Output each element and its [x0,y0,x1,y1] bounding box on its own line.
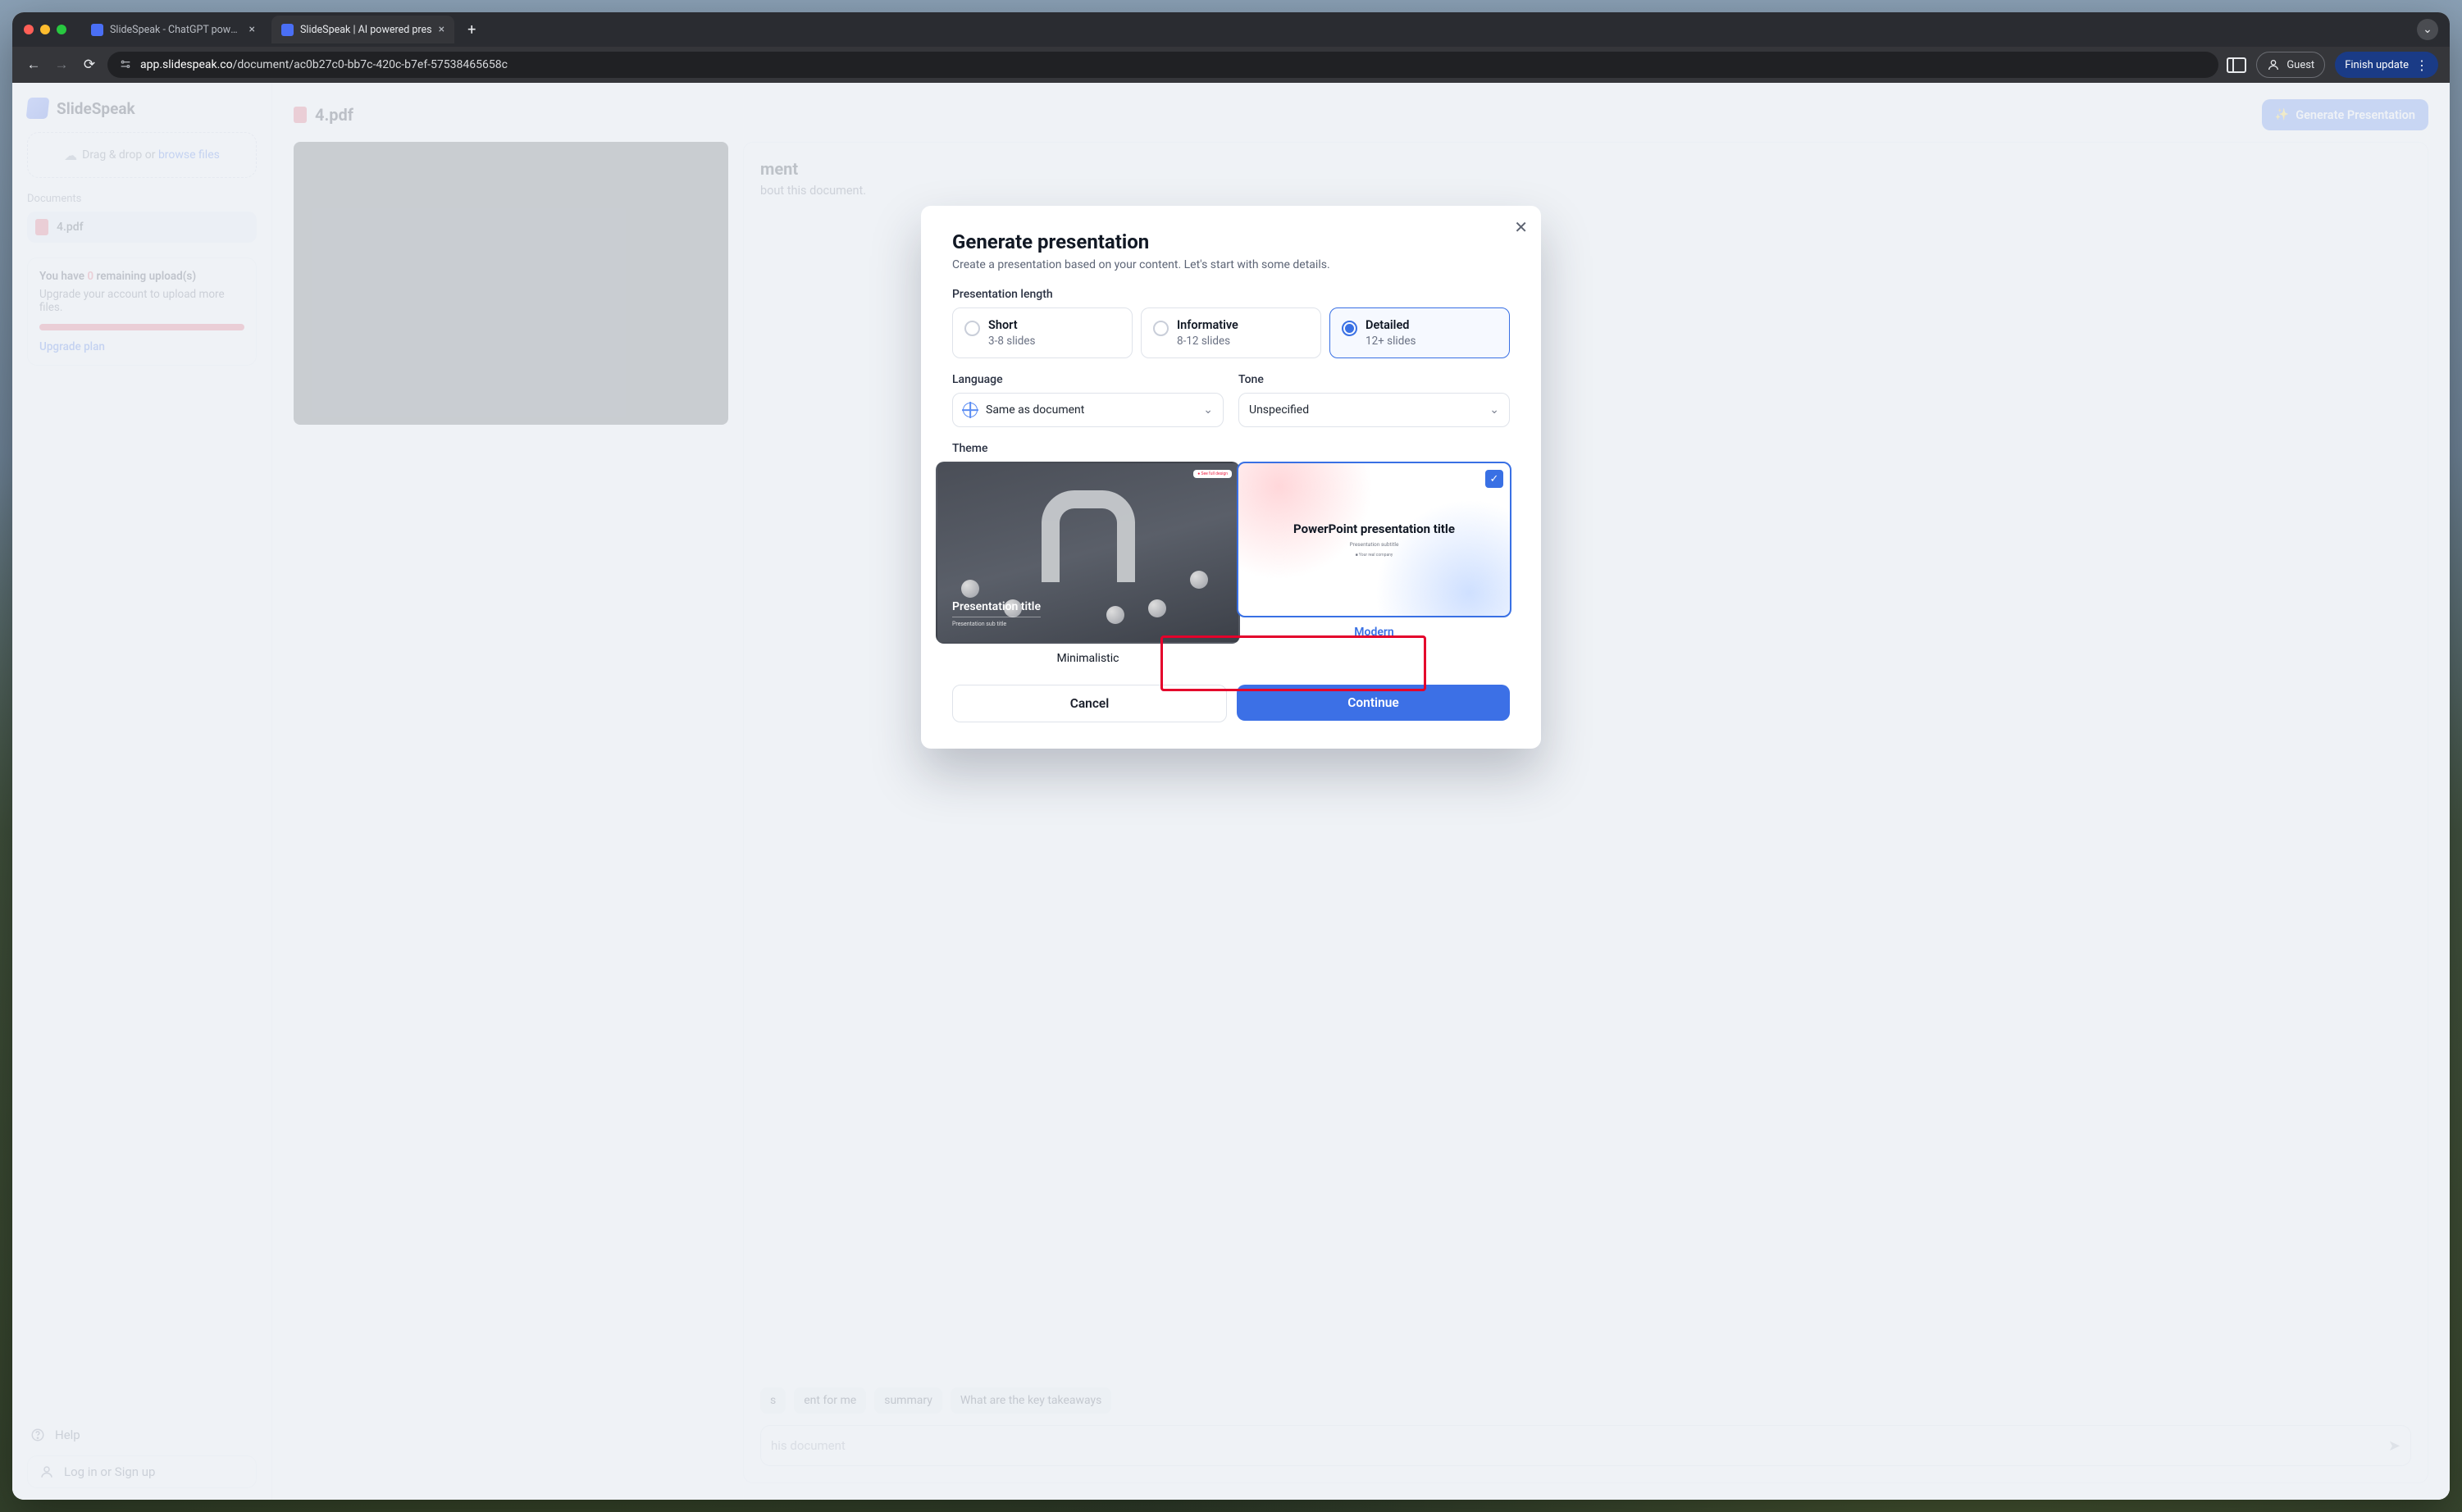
finish-update-label: Finish update [2345,59,2409,71]
theme-name: Minimalistic [1056,652,1119,665]
language-value: Same as document [986,403,1084,417]
length-title: Informative [1177,318,1238,332]
generate-presentation-modal: ✕ Generate presentation Create a present… [921,206,1541,749]
theme-preview-sub: Presentation sub title [952,621,1041,627]
theme-minimalistic[interactable]: ● See full design Presentation title Pre… [952,462,1224,665]
window-controls [24,25,66,34]
tab-strip: SlideSpeak - ChatGPT powere × SlideSpeak… [12,12,2450,47]
length-sub: 12+ slides [1365,335,1416,348]
theme-options: ● See full design Presentation title Pre… [952,462,1510,665]
length-label: Presentation length [952,288,1510,301]
length-title: Short [988,318,1036,332]
radio-icon [1153,321,1169,336]
globe-icon [963,403,978,417]
length-options: Short 3-8 slides Informative 8-12 slides… [952,307,1510,358]
more-icon: ⋮ [2415,57,2428,73]
chevron-down-icon: ⌄ [1203,403,1213,417]
cancel-button[interactable]: Cancel [952,685,1227,722]
page-content: SlideSpeak ☁︎ Drag & drop or browse file… [12,83,2450,1500]
tab-overflow-button[interactable]: ⌄ [2417,19,2438,40]
theme-preview-title: Presentation title [952,600,1041,613]
language-select[interactable]: Same as document ⌄ [952,393,1224,427]
back-button[interactable]: ← [24,57,43,73]
close-tab-icon[interactable]: × [249,23,255,36]
tab-title: SlideSpeak | AI powered pres [300,24,432,36]
reload-button[interactable]: ⟳ [80,57,99,73]
site-settings-icon[interactable] [119,58,132,71]
close-tab-icon[interactable]: × [439,23,445,36]
length-title: Detailed [1365,318,1416,332]
profile-button[interactable]: Guest [2256,52,2325,78]
theme-label: Theme [952,442,1510,455]
browser-tab-0[interactable]: SlideSpeak - ChatGPT powere × [81,16,265,43]
favicon-icon [281,24,294,36]
favicon-icon [91,24,103,36]
radio-icon [1342,321,1357,336]
length-sub: 3-8 slides [988,335,1036,348]
modal-subtitle: Create a presentation based on your cont… [952,258,1510,271]
address-bar[interactable]: app.slidespeak.co/document/ac0b27c0-bb7c… [107,52,2218,78]
language-label: Language [952,373,1224,386]
length-sub: 8-12 slides [1177,335,1238,348]
theme-preview-sub: Presentation subtitle [1350,541,1399,548]
browser-toolbar: ← → ⟳ app.slidespeak.co/document/ac0b27c… [12,47,2450,83]
length-short[interactable]: Short 3-8 slides [952,307,1133,358]
tone-select[interactable]: Unspecified ⌄ [1238,393,1510,427]
url-text: app.slidespeak.co/document/ac0b27c0-bb7c… [140,58,508,71]
length-detailed[interactable]: Detailed 12+ slides [1329,307,1510,358]
tone-value: Unspecified [1249,403,1309,417]
close-icon[interactable]: ✕ [1514,217,1528,237]
forward-button[interactable]: → [52,57,71,73]
browser-window: SlideSpeak - ChatGPT powere × SlideSpeak… [12,12,2450,1500]
theme-preview: ✓ PowerPoint presentation title Presenta… [1237,462,1511,617]
theme-preview: ● See full design Presentation title Pre… [936,462,1240,644]
radio-icon [964,321,980,336]
tone-label: Tone [1238,373,1510,386]
chevron-down-icon: ⌄ [1489,403,1499,417]
theme-modern[interactable]: ✓ PowerPoint presentation title Presenta… [1238,462,1510,665]
check-icon: ✓ [1485,470,1503,488]
modal-actions: Cancel Continue [952,685,1510,722]
maximize-window[interactable] [57,25,66,34]
theme-preview-title: PowerPoint presentation title [1293,521,1455,537]
minimize-window[interactable] [40,25,50,34]
new-tab-button[interactable]: + [461,18,482,42]
close-window[interactable] [24,25,34,34]
length-informative[interactable]: Informative 8-12 slides [1141,307,1321,358]
continue-button[interactable]: Continue [1237,685,1510,721]
profile-label: Guest [2286,59,2314,71]
tab-title: SlideSpeak - ChatGPT powere [110,24,243,36]
modal-title: Generate presentation [952,230,1510,253]
side-panel-icon[interactable] [2227,57,2246,73]
theme-name: Modern [1354,626,1393,639]
browser-tab-1[interactable]: SlideSpeak | AI powered pres × [271,16,454,43]
finish-update-button[interactable]: Finish update ⋮ [2335,52,2438,78]
